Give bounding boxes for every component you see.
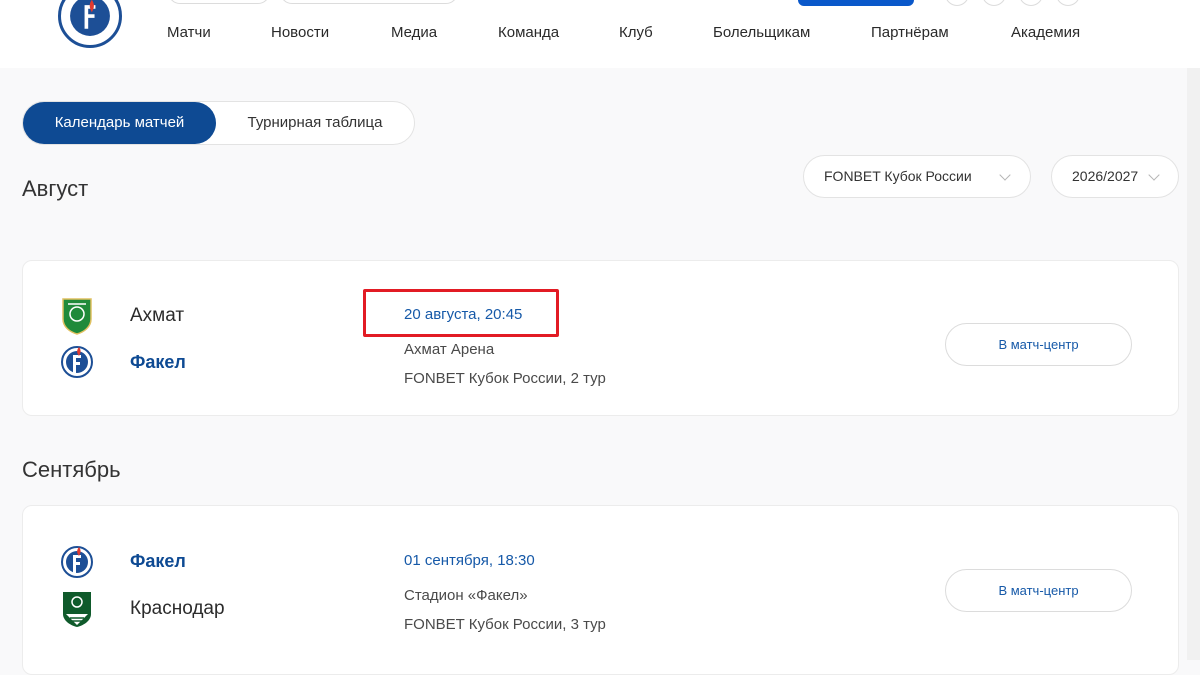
fakel-logo-icon[interactable] <box>58 0 122 48</box>
match-center-button[interactable]: В матч-центр <box>945 323 1132 366</box>
krasnodar-crest-icon <box>60 588 94 628</box>
social-icon[interactable] <box>1019 0 1043 6</box>
tournament-select[interactable]: FONBET Кубок России <box>803 155 1031 198</box>
tournament-select-value: FONBET Кубок России <box>824 168 972 184</box>
match-stage: FONBET Кубок России, 2 тур <box>404 370 606 387</box>
season-select-value: 2026/2027 <box>1072 168 1139 184</box>
away-team-name[interactable]: Краснодар <box>130 598 225 620</box>
schedule-tabs: Календарь матчей Турнирная таблица <box>22 101 415 145</box>
month-heading: Август <box>22 176 89 201</box>
chevron-down-icon <box>1148 169 1160 181</box>
akhmat-crest-icon <box>60 296 94 336</box>
month-heading: Сентябрь <box>22 457 121 482</box>
social-icon[interactable] <box>982 0 1006 6</box>
nav-media[interactable]: Медиа <box>391 24 437 44</box>
nav-matches[interactable]: Матчи <box>167 24 211 44</box>
scrollbar[interactable] <box>1187 68 1200 660</box>
tab-match-calendar[interactable]: Календарь матчей <box>23 102 216 144</box>
nav-partners[interactable]: Партнёрам <box>871 24 949 44</box>
match-center-button[interactable]: В матч-центр <box>945 569 1132 612</box>
away-team-name[interactable]: Факел <box>130 352 186 373</box>
nav-academy[interactable]: Академия <box>1011 24 1080 44</box>
top-search-pill[interactable] <box>168 0 270 4</box>
fakel-crest-icon <box>60 542 94 582</box>
match-venue: Ахмат Арена <box>404 341 495 358</box>
site-header: Матчи Новости Медиа Команда Клуб Болельщ… <box>0 0 1200 68</box>
home-team-name[interactable]: Ахмат <box>130 305 184 327</box>
social-icon[interactable] <box>945 0 969 6</box>
match-card: Ахмат Факел 20 августа, 20:45 Ахмат Арен… <box>22 260 1179 416</box>
match-datetime: 20 августа, 20:45 <box>404 306 523 323</box>
season-select[interactable]: 2026/2027 <box>1051 155 1179 198</box>
fakel-crest-icon <box>60 342 94 382</box>
nav-club[interactable]: Клуб <box>619 24 653 44</box>
social-icon[interactable] <box>1056 0 1080 6</box>
nav-team[interactable]: Команда <box>498 24 559 44</box>
match-card: Факел Краснодар 01 сентября, 18:30 Стади… <box>22 505 1179 675</box>
match-datetime: 01 сентября, 18:30 <box>404 552 535 569</box>
match-stage: FONBET Кубок России, 3 тур <box>404 616 606 633</box>
tab-standings[interactable]: Турнирная таблица <box>216 102 414 144</box>
match-venue: Стадион «Факел» <box>404 587 528 604</box>
nav-news[interactable]: Новости <box>271 24 329 44</box>
top-cta-button[interactable] <box>798 0 914 6</box>
top-select-pill[interactable] <box>280 0 458 4</box>
home-team-name[interactable]: Факел <box>130 551 186 572</box>
nav-fans[interactable]: Болельщикам <box>713 24 810 44</box>
chevron-down-icon <box>999 169 1011 181</box>
